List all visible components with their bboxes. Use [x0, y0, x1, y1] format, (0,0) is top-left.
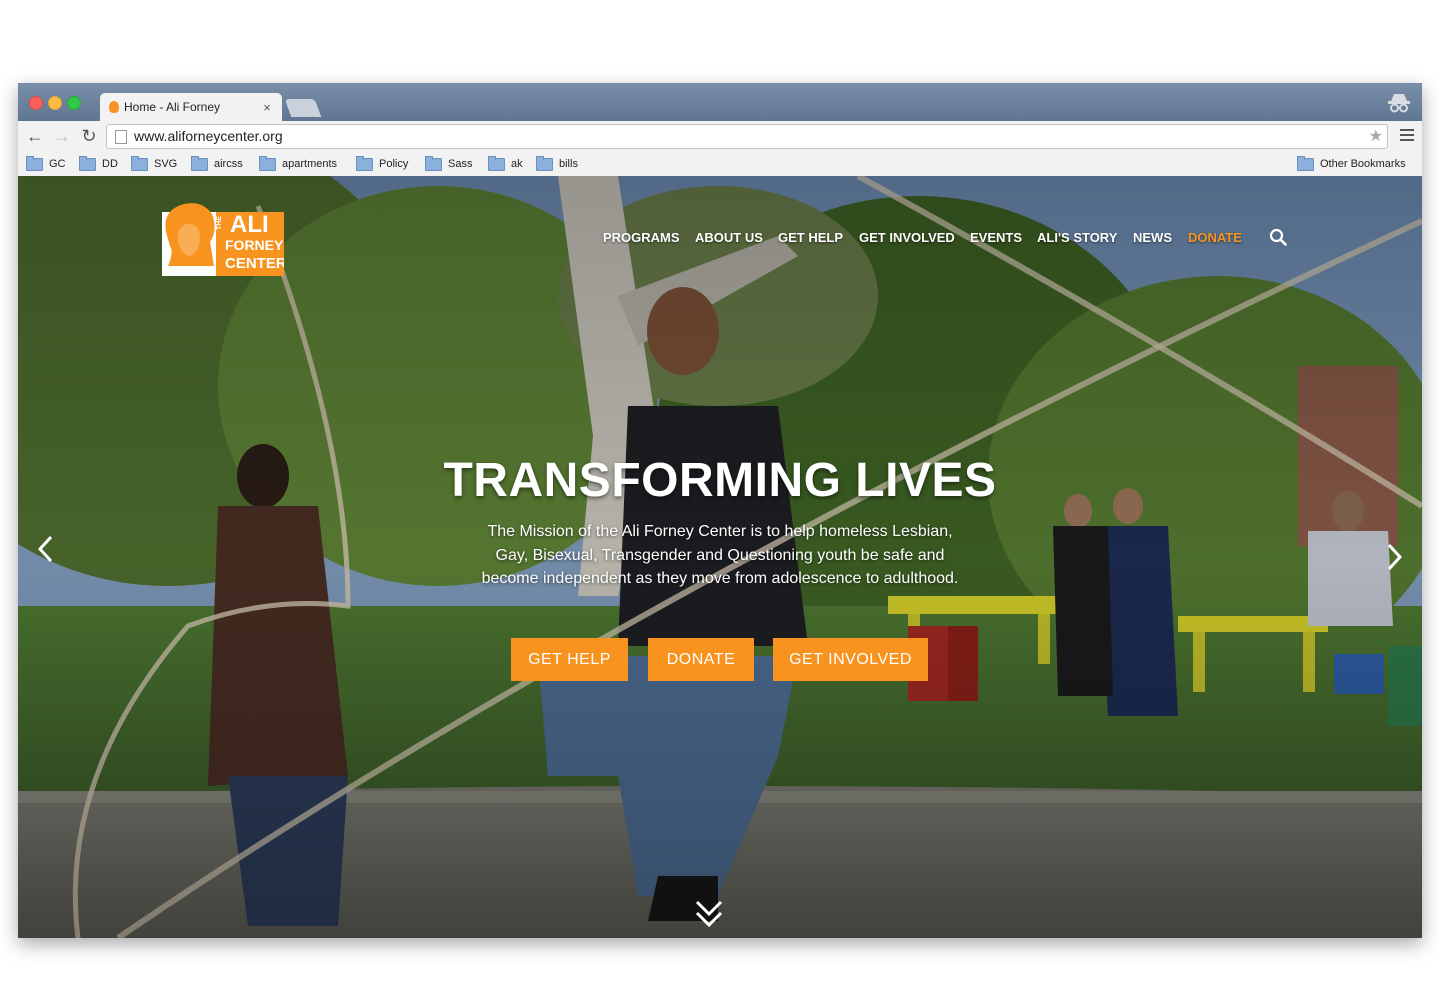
donate-button[interactable]: DONATE — [648, 638, 754, 681]
bookmarks-bar: GC DD SVG aircss apartments Policy Sass … — [18, 151, 1422, 177]
folder-icon — [356, 155, 373, 171]
nav-events[interactable]: EVENTS — [970, 230, 1022, 245]
minimize-window-button[interactable] — [48, 96, 62, 110]
search-icon[interactable] — [1269, 228, 1287, 246]
incognito-icon — [1388, 94, 1410, 113]
bookmark-label: aircss — [214, 158, 243, 170]
folder-icon — [79, 155, 96, 171]
bookmark-label: bills — [559, 158, 578, 170]
bookmark-folder[interactable]: apartments — [259, 155, 337, 173]
get-help-button[interactable]: GET HELP — [511, 638, 628, 681]
carousel-prev-arrow-icon[interactable] — [36, 534, 56, 564]
back-arrow-icon[interactable]: ← — [24, 125, 46, 147]
bookmark-label: Policy — [379, 158, 409, 170]
bookmark-folder[interactable]: SVG — [131, 155, 177, 173]
bookmark-label: apartments — [282, 158, 338, 170]
folder-icon — [488, 155, 505, 171]
reload-icon[interactable]: ↻ — [78, 125, 100, 147]
svg-text:THE: THE — [216, 216, 223, 230]
forward-arrow-icon[interactable]: → — [51, 125, 73, 147]
hero-title: TRANSFORMING LIVES — [443, 454, 997, 507]
folder-icon — [1297, 155, 1314, 171]
folder-icon — [26, 155, 43, 171]
bookmark-star-icon[interactable]: ★ — [1369, 125, 1383, 148]
tab-title: Home - Ali Forney — [124, 100, 221, 114]
bookmark-label: Sass — [448, 158, 473, 170]
folder-icon — [536, 155, 553, 171]
bookmark-label: Other Bookmarks — [1320, 158, 1406, 170]
nav-get-involved[interactable]: GET INVOLVED — [859, 230, 955, 245]
folder-icon — [191, 155, 208, 171]
nav-about-us[interactable]: ABOUT US — [695, 230, 763, 245]
bookmark-folder[interactable]: DD — [79, 155, 118, 173]
browser-window: Home - Ali Forney × ← → ↻ www.aliforneyc… — [18, 83, 1422, 938]
browser-toolbar: ← → ↻ www.aliforneycenter.org ★ — [18, 121, 1422, 151]
address-bar[interactable]: www.aliforneycenter.org ★ — [106, 124, 1388, 149]
page-content: THE ALI FORNEY CENTER PROGRAMS ABOUT US … — [18, 176, 1422, 938]
favicon-icon — [109, 101, 119, 113]
close-window-button[interactable] — [29, 96, 43, 110]
folder-icon — [131, 155, 148, 171]
bookmark-folder[interactable]: Sass — [425, 155, 472, 173]
bookmark-label: ak — [511, 158, 523, 170]
bookmark-folder[interactable]: aircss — [191, 155, 243, 173]
bookmark-label: GC — [49, 158, 66, 170]
bookmark-folder[interactable]: Policy — [356, 155, 408, 173]
folder-icon — [259, 155, 276, 171]
page-icon — [115, 130, 127, 144]
new-tab-button[interactable] — [284, 99, 322, 117]
nav-programs[interactable]: PROGRAMS — [603, 230, 680, 245]
nav-donate[interactable]: DONATE — [1188, 230, 1242, 245]
menu-icon[interactable] — [1400, 129, 1414, 143]
get-involved-button[interactable]: GET INVOLVED — [773, 638, 928, 681]
svg-text:FORNEY: FORNEY — [225, 237, 284, 253]
bookmark-label: SVG — [154, 158, 178, 170]
bookmark-label: DD — [102, 158, 118, 170]
svg-text:ALI: ALI — [230, 211, 269, 238]
other-bookmarks-folder[interactable]: Other Bookmarks — [1297, 155, 1406, 173]
nav-get-help[interactable]: GET HELP — [778, 230, 843, 245]
bookmark-folder[interactable]: bills — [536, 155, 578, 173]
url-text[interactable]: www.aliforneycenter.org — [134, 125, 283, 148]
bookmark-folder[interactable]: GC — [26, 155, 66, 173]
carousel-next-arrow-icon[interactable] — [1384, 542, 1404, 572]
scroll-down-chevron-icon[interactable] — [694, 898, 724, 930]
tab-close-icon[interactable]: × — [260, 100, 274, 115]
nav-news[interactable]: NEWS — [1133, 230, 1172, 245]
browser-tab-active[interactable]: Home - Ali Forney × — [100, 93, 282, 121]
bookmark-folder[interactable]: ak — [488, 155, 523, 173]
nav-alis-story[interactable]: ALI'S STORY — [1037, 230, 1117, 245]
svg-text:CENTER: CENTER — [225, 255, 284, 272]
maximize-window-button[interactable] — [67, 96, 81, 110]
folder-icon — [425, 155, 442, 171]
browser-titlebar: Home - Ali Forney × — [18, 83, 1422, 121]
ali-forney-center-logo[interactable]: THE ALI FORNEY CENTER — [156, 202, 284, 276]
mission-statement: The Mission of the Ali Forney Center is … — [481, 523, 959, 587]
